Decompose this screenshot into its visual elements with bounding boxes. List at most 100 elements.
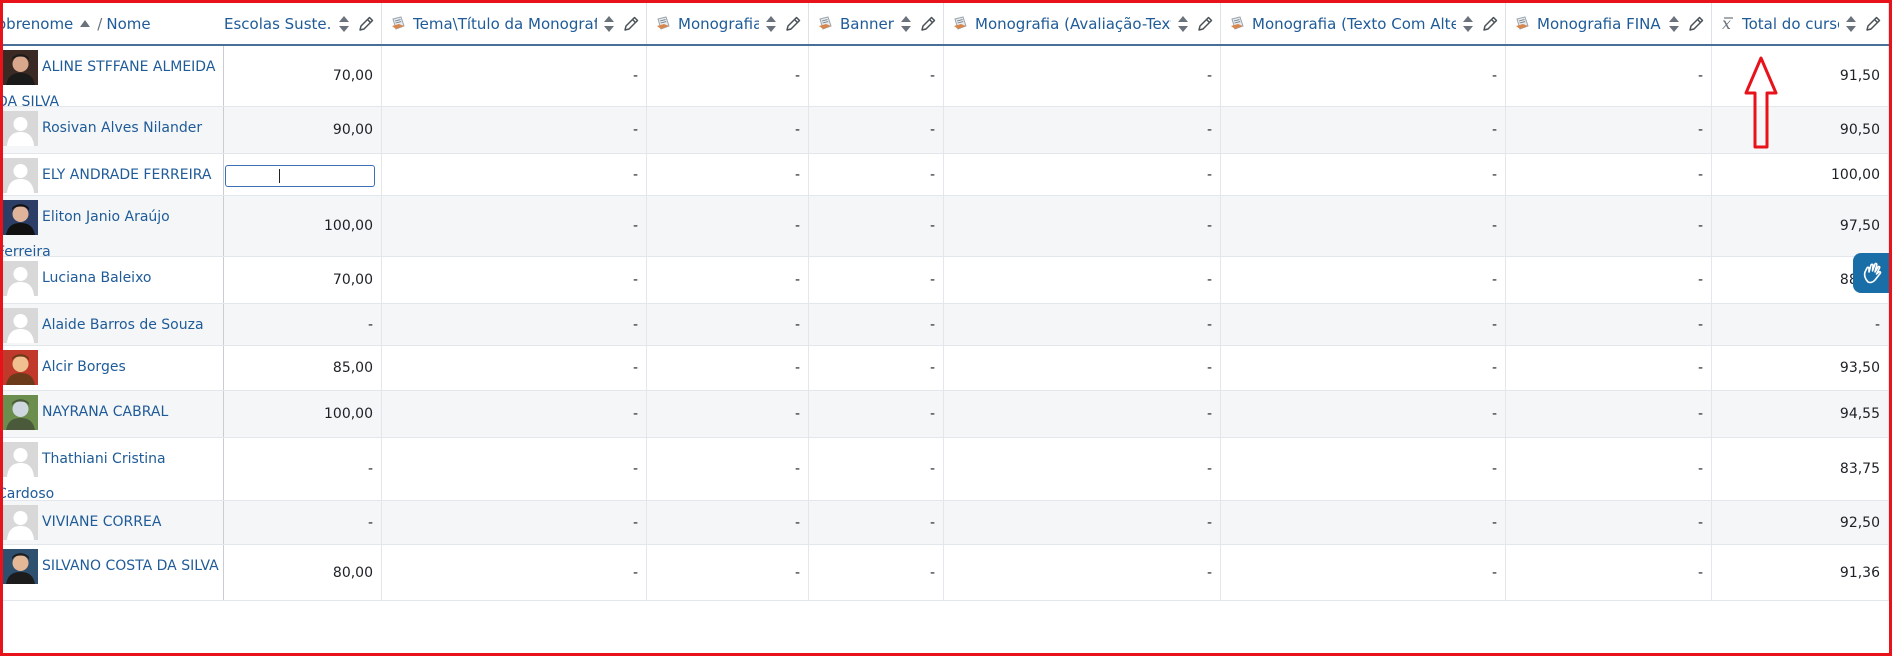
user-photo-avatar[interactable]: [3, 350, 38, 385]
user-name-link[interactable]: Alaide Barros de Souza: [42, 317, 204, 333]
grade-cell[interactable]: 100,00: [224, 391, 382, 437]
edit-pencil-icon[interactable]: [622, 15, 640, 33]
user-name-link[interactable]: SILVANO COSTA DA SILVA: [42, 558, 219, 574]
default-avatar-icon[interactable]: [3, 308, 38, 343]
grade-cell[interactable]: -: [944, 46, 1221, 106]
grade-cell[interactable]: -: [382, 154, 647, 195]
default-avatar-icon[interactable]: [3, 158, 38, 193]
grade-cell[interactable]: -: [1221, 154, 1506, 195]
grade-cell[interactable]: -: [1506, 46, 1712, 106]
edit-pencil-icon[interactable]: [1864, 15, 1882, 33]
grade-column-title[interactable]: Monografia FINAL: [1537, 15, 1662, 33]
grade-cell[interactable]: 100,00: [1712, 154, 1889, 195]
grade-cell[interactable]: -: [1221, 391, 1506, 437]
grade-cell[interactable]: -: [224, 304, 382, 345]
default-avatar-icon[interactable]: [3, 111, 38, 146]
grade-column-title[interactable]: Banner: [840, 15, 894, 33]
edit-pencil-icon[interactable]: [1481, 15, 1499, 33]
grade-cell[interactable]: -: [809, 545, 944, 600]
grade-cell[interactable]: 91,50: [1712, 46, 1889, 106]
edit-pencil-icon[interactable]: [357, 15, 375, 33]
edit-pencil-icon[interactable]: [1687, 15, 1705, 33]
grade-cell[interactable]: -: [647, 257, 809, 303]
grade-column-title[interactable]: Monografia (Texto Com Alte...: [1252, 15, 1456, 33]
default-avatar-icon[interactable]: [3, 442, 38, 477]
sort-arrows-icon[interactable]: [1177, 15, 1189, 33]
user-name-link-continued[interactable]: DA SILVA: [3, 94, 59, 106]
grade-cell[interactable]: -: [1221, 438, 1506, 500]
default-avatar-icon[interactable]: [3, 261, 38, 296]
user-name-link[interactable]: Eliton Janio Araújo: [42, 209, 170, 225]
sort-arrows-icon[interactable]: [900, 15, 912, 33]
grade-cell[interactable]: -: [944, 304, 1221, 345]
grade-cell[interactable]: -: [382, 46, 647, 106]
user-photo-avatar[interactable]: [3, 395, 38, 430]
user-photo-avatar[interactable]: [3, 200, 38, 235]
sort-arrows-icon[interactable]: [1845, 15, 1857, 33]
user-name-link[interactable]: ELY ANDRADE FERREIRA: [42, 167, 212, 183]
grade-cell[interactable]: 70,00: [224, 46, 382, 106]
user-name-link[interactable]: Rosivan Alves Nilander: [42, 120, 202, 136]
grade-cell[interactable]: -: [647, 545, 809, 600]
grade-cell[interactable]: -: [1221, 46, 1506, 106]
edit-pencil-icon[interactable]: [919, 15, 937, 33]
sort-surname-link[interactable]: obrenome: [3, 15, 73, 33]
user-name-link[interactable]: Luciana Baleixo: [42, 270, 152, 286]
grade-cell[interactable]: -: [224, 501, 382, 544]
grade-cell[interactable]: -: [809, 107, 944, 153]
accessibility-widget-button[interactable]: [1853, 253, 1889, 293]
grade-cell[interactable]: -: [1506, 501, 1712, 544]
grade-cell[interactable]: 85,00: [224, 346, 382, 390]
grade-cell[interactable]: -: [1506, 545, 1712, 600]
grade-cell[interactable]: -: [1506, 196, 1712, 256]
grade-cell[interactable]: 92,50: [1712, 501, 1889, 544]
sort-arrows-icon[interactable]: [1668, 15, 1680, 33]
grade-cell[interactable]: -: [1221, 501, 1506, 544]
grade-cell[interactable]: -: [647, 154, 809, 195]
grade-column-title[interactable]: Monografia: [678, 15, 759, 33]
grade-cell[interactable]: -: [1221, 257, 1506, 303]
edit-pencil-icon[interactable]: [1196, 15, 1214, 33]
grade-cell[interactable]: 83,75: [1712, 438, 1889, 500]
sort-arrows-icon[interactable]: [1462, 15, 1474, 33]
grade-cell[interactable]: -: [1506, 154, 1712, 195]
grade-cell[interactable]: -: [944, 346, 1221, 390]
user-name-link-continued[interactable]: Ferreira: [3, 244, 51, 256]
grade-cell[interactable]: -: [224, 438, 382, 500]
grade-cell[interactable]: -: [647, 196, 809, 256]
grade-cell[interactable]: -: [809, 257, 944, 303]
grade-cell[interactable]: -: [1506, 438, 1712, 500]
grade-cell[interactable]: -: [944, 154, 1221, 195]
grade-cell[interactable]: -: [944, 438, 1221, 500]
grade-cell[interactable]: -: [647, 304, 809, 345]
grade-cell[interactable]: -: [1506, 304, 1712, 345]
default-avatar-icon[interactable]: [3, 505, 38, 540]
grade-cell[interactable]: -: [944, 501, 1221, 544]
grade-cell[interactable]: -: [1506, 391, 1712, 437]
grade-cell[interactable]: -: [1221, 304, 1506, 345]
grade-cell[interactable]: -: [382, 545, 647, 600]
grade-cell[interactable]: -: [382, 107, 647, 153]
grade-column-title[interactable]: Monografia (Avaliação-Texto): [975, 15, 1171, 33]
sort-ascending-icon[interactable]: [79, 19, 91, 29]
grade-cell[interactable]: -: [1506, 257, 1712, 303]
grade-cell[interactable]: -: [647, 107, 809, 153]
grade-cell[interactable]: -: [647, 46, 809, 106]
grade-cell[interactable]: -: [944, 196, 1221, 256]
grade-edit-input[interactable]: [225, 165, 375, 187]
grade-cell[interactable]: -: [944, 391, 1221, 437]
grade-cell[interactable]: -: [809, 438, 944, 500]
grade-cell[interactable]: 90,00: [224, 107, 382, 153]
grade-cell[interactable]: -: [382, 257, 647, 303]
grade-cell[interactable]: -: [809, 501, 944, 544]
grade-cell[interactable]: 91,36: [1712, 545, 1889, 600]
grade-cell[interactable]: 93,50: [1712, 346, 1889, 390]
grade-cell[interactable]: 94,55: [1712, 391, 1889, 437]
grade-cell[interactable]: -: [1221, 346, 1506, 390]
grade-cell[interactable]: -: [809, 196, 944, 256]
grade-cell[interactable]: -: [1506, 107, 1712, 153]
user-name-link[interactable]: NAYRANA CABRAL: [42, 404, 168, 420]
grade-cell[interactable]: -: [382, 391, 647, 437]
sort-arrows-icon[interactable]: [765, 15, 777, 33]
grade-cell[interactable]: 100,00: [224, 196, 382, 256]
